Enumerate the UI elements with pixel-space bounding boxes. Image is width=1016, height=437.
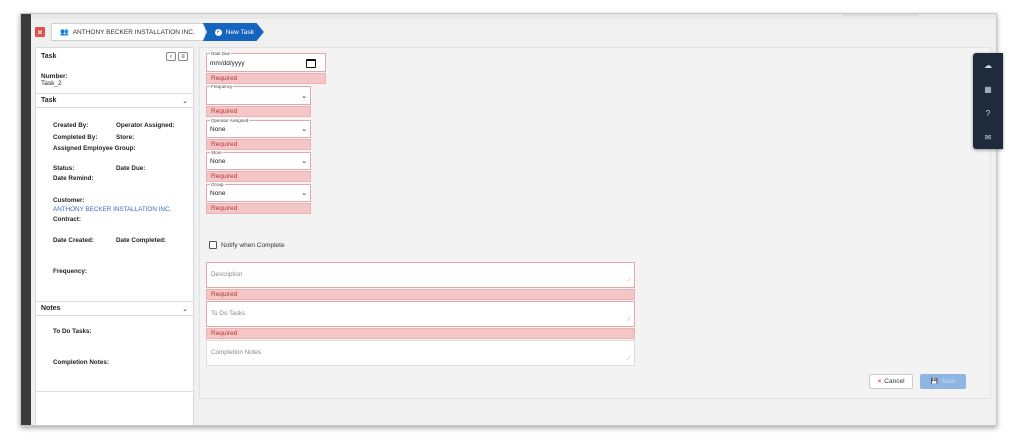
app-window: × 👥 ANTHONY BECKER INSTALLATION INC. ✓ N…	[20, 13, 997, 426]
group-value: None	[210, 190, 226, 197]
cloud-icon[interactable]: ☁	[973, 53, 1003, 77]
chevron-down-icon: ⌄	[301, 158, 307, 165]
resize-grip-icon[interactable]: ⟋	[627, 278, 631, 285]
check-circle-icon: ✓	[214, 28, 222, 36]
task-details: Created By: Operator Assigned: Completed…	[36, 108, 193, 302]
grid-icon[interactable]: ▦	[973, 77, 1003, 101]
assigned-group-label: Assigned Employee Group:	[53, 145, 136, 152]
description-placeholder: Description	[211, 271, 243, 278]
frequency-select[interactable]: Frequency ⌄	[206, 84, 311, 105]
calendar-icon[interactable]	[306, 59, 316, 68]
breadcrumb-customer[interactable]: 👥 ANTHONY BECKER INSTALLATION INC.	[51, 23, 206, 41]
date-due-label: Date Due:	[116, 165, 146, 172]
task-section-header[interactable]: Task ⌄	[36, 94, 193, 108]
store-label: Store:	[116, 134, 135, 141]
notify-label: Notify when Complete	[221, 241, 285, 249]
operator-field-label: Operator Assigned	[210, 118, 250, 123]
store-required: Required	[206, 171, 311, 182]
right-tool-rail: ☁ ▦ ? ✉	[973, 53, 1003, 149]
customer-label: Customer:	[53, 197, 85, 204]
completion-notes-textarea[interactable]: Completion Notes ⟋	[206, 340, 635, 366]
breadcrumb-customer-label: ANTHONY BECKER INSTALLATION INC.	[72, 28, 195, 36]
date-due-field-label: Date Due	[210, 51, 232, 56]
chevron-down-icon: ⌄	[301, 190, 307, 197]
cancel-button[interactable]: × Cancel	[869, 374, 913, 389]
frequency-required: Required	[206, 106, 311, 117]
store-value: None	[210, 158, 226, 165]
close-icon: ×	[877, 378, 882, 385]
description-textarea[interactable]: Description ⟋	[206, 262, 635, 288]
cancel-label: Cancel	[884, 378, 905, 385]
frequency-field-label: Frequency	[210, 84, 234, 89]
operator-required: Required	[206, 139, 311, 150]
breadcrumb: × 👥 ANTHONY BECKER INSTALLATION INC. ✓ N…	[35, 23, 264, 41]
help-icon[interactable]: ?	[973, 101, 1003, 125]
chevron-down-icon: ⌄	[182, 305, 188, 313]
breadcrumb-current[interactable]: ✓ New Task	[202, 23, 264, 41]
date-created-label: Date Created:	[53, 237, 94, 244]
completed-by-label: Completed By:	[53, 134, 98, 141]
number-value: Task_2	[41, 80, 62, 87]
frequency-label: Frequency:	[53, 268, 87, 275]
group-required: Required	[206, 203, 311, 214]
notify-row[interactable]: Notify when Complete	[209, 241, 285, 249]
mail-icon[interactable]: ✉	[973, 125, 1003, 149]
people-icon: 👥	[60, 29, 69, 36]
task-section-title: Task	[41, 97, 57, 104]
operator-value: None	[210, 126, 226, 133]
notes-section-title: Notes	[41, 305, 61, 312]
todo-placeholder: To Do Tasks	[211, 310, 246, 317]
chevron-down-icon: ⌄	[182, 97, 188, 105]
group-field-label: Group	[210, 182, 225, 187]
description-required: Required	[206, 289, 635, 300]
todo-required: Required	[206, 328, 635, 339]
chevron-down-icon: ⌄	[301, 126, 307, 133]
completion-placeholder: Completion Notes	[211, 349, 262, 356]
menu-button[interactable]: ≡	[178, 52, 188, 61]
collapse-sidebar-button[interactable]: ‹	[166, 52, 176, 61]
chevron-down-icon: ⌄	[301, 93, 307, 100]
date-due-value: mm/dd/yyyy	[210, 60, 245, 67]
notify-checkbox[interactable]	[209, 241, 217, 249]
contract-label: Contract:	[53, 216, 81, 223]
resize-grip-icon[interactable]: ⟋	[627, 356, 631, 363]
close-icon[interactable]: ×	[35, 27, 45, 37]
number-label: Number:	[41, 73, 68, 80]
notes-section-header[interactable]: Notes ⌄	[36, 302, 193, 316]
sidebar-buttons: ‹ ≡	[166, 52, 188, 61]
save-icon: 💾	[930, 379, 939, 385]
sidebar-title: Task	[41, 53, 57, 60]
list-icon: ≡	[181, 53, 185, 60]
task-sidebar: Task ‹ ≡ Number: Task_2 Task ⌄ Created B…	[35, 47, 194, 425]
save-button[interactable]: 💾 Save	[920, 374, 966, 389]
date-remind-label: Date Remind:	[53, 175, 94, 182]
customer-link[interactable]: ANTHONY BECKER INSTALLATION INC.	[53, 206, 171, 213]
task-form: Date Due mm/dd/yyyy Required Frequency ⌄…	[199, 47, 991, 399]
completion-notes-label: Completion Notes:	[53, 359, 109, 366]
operator-assigned-label: Operator Assigned:	[116, 122, 175, 129]
save-label: Save	[941, 378, 956, 385]
sidebar-header: Task ‹ ≡	[36, 48, 193, 65]
group-select[interactable]: Group None ⌄	[206, 182, 311, 202]
breadcrumb-current-label: New Task	[225, 28, 254, 36]
date-due-required: Required	[206, 73, 326, 84]
date-due-input[interactable]: Date Due mm/dd/yyyy	[206, 51, 326, 72]
top-right-bar	[843, 14, 919, 16]
resize-grip-icon[interactable]: ⟋	[627, 317, 631, 324]
left-window-edge	[21, 14, 31, 425]
store-field-label: Store	[210, 150, 223, 155]
todo-tasks-label: To Do Tasks:	[53, 328, 92, 335]
date-completed-label: Date Completed:	[116, 237, 167, 244]
todo-tasks-textarea[interactable]: To Do Tasks ⟋	[206, 301, 635, 327]
status-label: Status:	[53, 165, 75, 172]
store-select[interactable]: Store None ⌄	[206, 150, 311, 170]
operator-assigned-select[interactable]: Operator Assigned None ⌄	[206, 118, 311, 138]
notes-details: To Do Tasks: Completion Notes:	[36, 316, 193, 392]
created-by-label: Created By:	[53, 122, 89, 129]
chevron-left-icon: ‹	[170, 53, 172, 60]
task-number-block: Number: Task_2	[36, 65, 193, 94]
